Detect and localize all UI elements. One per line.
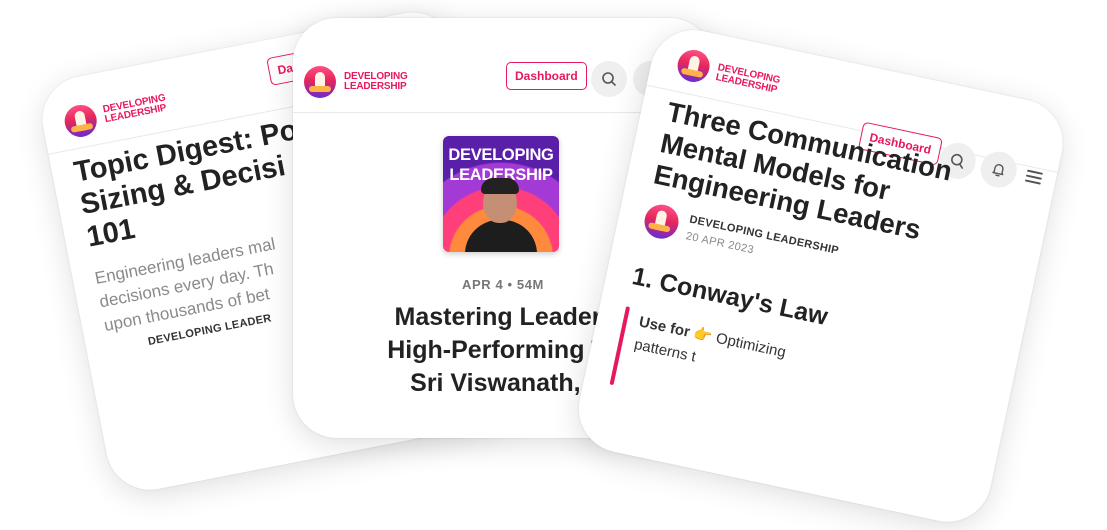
search-button[interactable] [591, 61, 627, 97]
logo-wordmark[interactable]: DEVELOPING LEADERSHIP [344, 72, 408, 92]
dashboard-button[interactable]: Dashboard [506, 62, 587, 90]
podcast-cover-art[interactable]: DEVELOPING LEADERSHIP [443, 136, 559, 252]
use-for-label: Use for [637, 313, 692, 341]
host-portrait-body [465, 220, 537, 252]
use-for-paragraph: Use for 👉 Optimizing patterns t [633, 312, 788, 383]
blockquote-accent-bar [609, 306, 631, 386]
author-avatar[interactable] [641, 201, 682, 242]
menu-icon[interactable] [1024, 169, 1043, 185]
logo-line-2: LEADERSHIP [344, 81, 407, 92]
pointing-hand-icon: 👉 [692, 325, 714, 346]
right-article-card: DEVELOPING LEADERSHIP Dashboard Three Co… [570, 22, 1071, 530]
search-icon [602, 72, 616, 86]
developing-leadership-logo-icon[interactable] [674, 46, 713, 85]
developing-leadership-logo-icon[interactable] [304, 66, 336, 98]
logo-wordmark[interactable]: DEVELOPING LEADERSHIP [715, 62, 782, 96]
logo-wordmark[interactable]: DEVELOPING LEADERSHIP [102, 92, 168, 125]
bell-icon [992, 164, 1004, 177]
host-portrait-hair [481, 178, 519, 194]
notifications-button[interactable] [977, 148, 1021, 191]
cover-text-line-1: DEVELOPING [448, 146, 554, 164]
developing-leadership-logo-icon[interactable] [61, 102, 100, 140]
